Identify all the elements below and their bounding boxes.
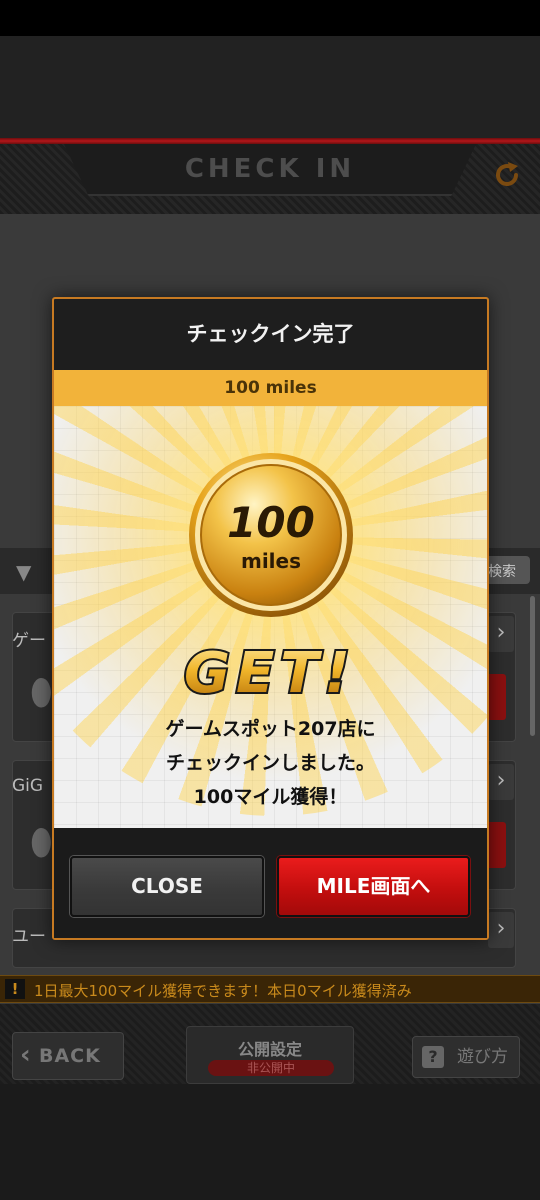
dropdown-triangle-icon[interactable]: ▼: [16, 560, 31, 584]
coin-unit: miles: [241, 549, 301, 573]
store-card-label: GiG: [12, 776, 44, 796]
get-banner: GET!: [182, 639, 356, 702]
miles-band-text: 100 miles: [224, 378, 317, 398]
chevron-right-icon[interactable]: ›: [488, 912, 514, 948]
miles-coin-icon: 100 miles: [189, 453, 353, 617]
coin-value: 100: [227, 498, 315, 547]
question-icon: ?: [422, 1046, 444, 1068]
mile-screen-button[interactable]: MILE画面へ: [277, 856, 470, 917]
public-settings-title: 公開設定: [237, 1040, 302, 1059]
store-card-label: ユー: [12, 927, 46, 947]
how-to-play-label: 遊び方: [457, 1047, 508, 1067]
message-line: ゲームスポット207店に: [165, 718, 376, 740]
store-action-button[interactable]: [486, 822, 506, 868]
chevron-right-icon[interactable]: ›: [488, 616, 514, 652]
chevron-right-icon[interactable]: ›: [488, 764, 514, 800]
message-line: 100マイル獲得！: [193, 786, 348, 808]
warning-icon: !: [5, 979, 25, 999]
store-card-label: ゲー: [12, 631, 46, 651]
page-title: CHECK IN: [184, 154, 356, 184]
refresh-icon[interactable]: [492, 160, 522, 190]
dialog-title: チェックイン完了: [186, 322, 355, 346]
store-action-button[interactable]: [486, 674, 506, 720]
close-button[interactable]: CLOSE: [70, 856, 264, 917]
status-badge: 非公開中: [208, 1060, 334, 1076]
back-label: BACK: [39, 1045, 101, 1067]
message-line: チェックインしました。: [165, 752, 375, 774]
header-background: [0, 36, 540, 138]
search-button[interactable]: 検索: [484, 556, 530, 584]
scrollbar[interactable]: [530, 596, 535, 736]
get-text: GET!: [184, 641, 356, 702]
status-bar: [0, 0, 540, 36]
chevron-left-icon: ‹: [20, 1040, 31, 1070]
notice-text: 1日最大100マイル獲得できます！本日0マイル獲得済み: [34, 982, 412, 1000]
